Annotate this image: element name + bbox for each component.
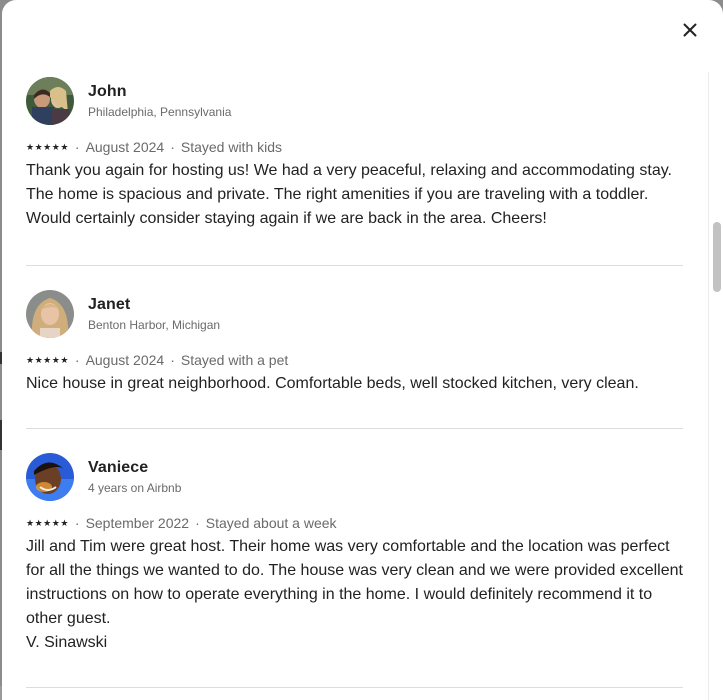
star-icon: ★ [51,354,61,365]
review-meta: ★ ★ ★ ★ ★ · August 2024 · Stayed with kids [26,137,683,157]
separator-dot: · [74,139,80,155]
avatar[interactable] [26,77,74,125]
star-icon: ★ [26,354,35,365]
star-icon: ★ [51,517,61,528]
reviewer-name: John [88,83,127,100]
reviewer-name: Vaniece [88,459,149,476]
review-text: Nice house in great neighborhood. Comfor… [26,375,639,392]
review-header: Janet Benton Harbor, Michigan [26,290,683,338]
review-date: August 2024 [85,139,165,155]
close-icon [683,23,697,37]
avatar[interactable] [26,453,74,501]
separator-dot: · [195,515,200,531]
reviewer-location: Benton Harbor, Michigan [88,318,221,332]
review-divider [26,428,683,429]
review-divider [26,687,683,688]
star-icon: ★ [60,354,69,365]
star-icon: ★ [43,517,52,528]
review-meta: ★ ★ ★ ★ ★ · August 2024 · Stayed with a pet [26,350,683,370]
star-icon: ★ [43,141,52,152]
separator-dot: · [170,139,175,155]
separator-dot: · [74,515,80,531]
reviews-modal: John Philadelphia, Pennsylvania ★ ★ ★ ★ ★ · … [2,0,723,700]
close-button[interactable] [676,16,704,44]
review-item: John Philadelphia, Pennsylvania ★ ★ ★ ★ ★ · … [26,77,683,231]
review-text: Thank you again for hosting us! We had a… [26,162,672,227]
scrollbar-thumb[interactable] [713,222,721,292]
review-text: Jill and Tim were great host. Their home… [26,538,683,651]
reviewer-location: Philadelphia, Pennsylvania [88,105,232,119]
star-icon: ★ [34,354,44,365]
reviewer-tenure: 4 years on Airbnb [88,481,182,495]
review-item: Vaniece 4 years on Airbnb ★ ★ ★ ★ ★ · Septem… [26,453,683,655]
star-icon: ★ [34,517,44,528]
review-header: John Philadelphia, Pennsylvania [26,77,683,125]
rating-stars: ★ ★ ★ ★ ★ [26,354,69,365]
reviewer-name: Janet [88,296,131,313]
star-icon: ★ [34,141,44,152]
review-date: August 2024 [85,352,165,368]
rating-stars: ★ ★ ★ ★ ★ [26,141,69,152]
review-date: September 2022 [85,515,190,531]
stay-type: Stayed with kids [180,139,283,155]
review-item: Janet Benton Harbor, Michigan ★ ★ ★ ★ ★ · Au… [26,290,683,396]
separator-dot: · [170,352,175,368]
star-icon: ★ [26,517,35,528]
star-icon: ★ [60,517,69,528]
star-icon: ★ [26,141,35,152]
star-icon: ★ [43,354,52,365]
separator-dot: · [74,352,80,368]
review-meta: ★ ★ ★ ★ ★ · September 2022 · Stayed about a … [26,513,683,533]
star-icon: ★ [60,141,69,152]
stay-type: Stayed about a week [205,515,337,531]
scrollbar[interactable] [708,72,723,700]
review-divider [26,265,683,266]
avatar[interactable] [26,290,74,338]
rating-stars: ★ ★ ★ ★ ★ [26,517,69,528]
review-header: Vaniece 4 years on Airbnb [26,453,683,501]
star-icon: ★ [51,141,61,152]
stay-type: Stayed with a pet [180,352,289,368]
reviews-list: John Philadelphia, Pennsylvania ★ ★ ★ ★ ★ · … [26,77,683,688]
